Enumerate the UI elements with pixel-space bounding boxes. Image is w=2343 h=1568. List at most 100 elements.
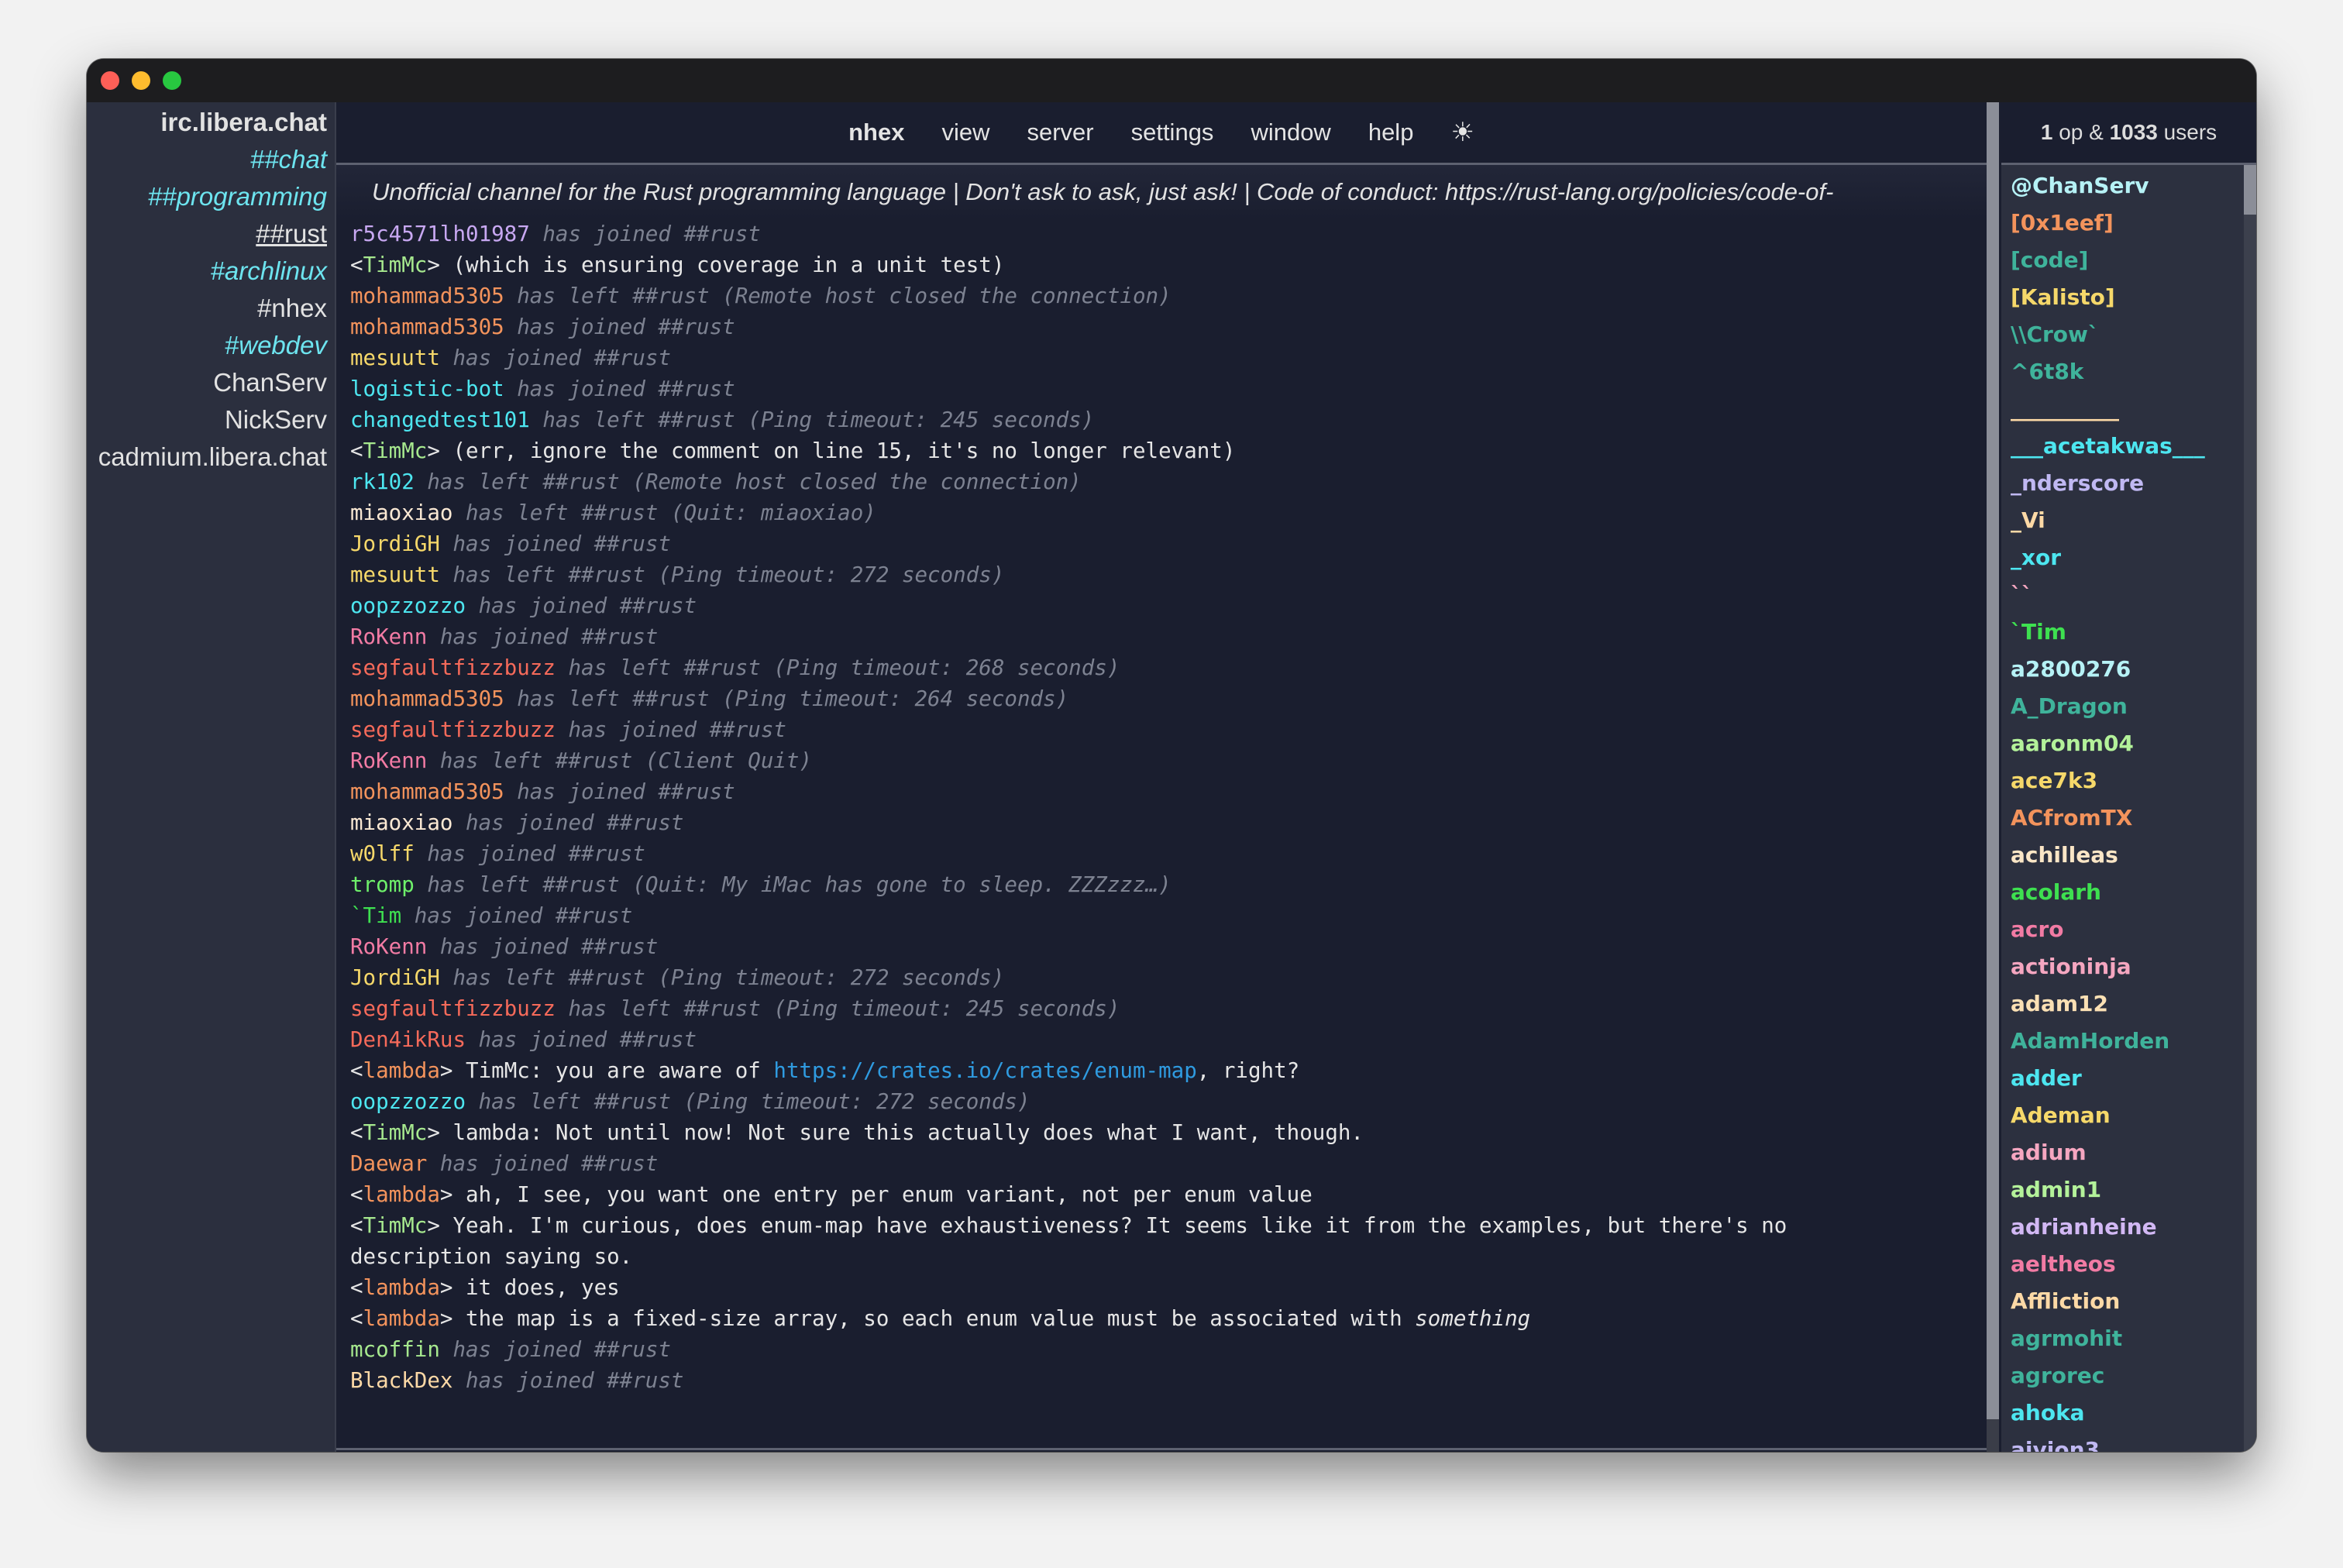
nick[interactable]: lambda — [363, 1275, 440, 1300]
nick-list-scrollbar[interactable] — [2244, 165, 2256, 1452]
nick-list-item[interactable]: acro — [2011, 911, 2243, 948]
sidebar-item-cadmium-server[interactable]: cadmium.libera.chat — [98, 438, 327, 476]
nick-list-item[interactable]: _xor — [2011, 539, 2243, 576]
sun-icon[interactable]: ☀ — [1450, 117, 1474, 148]
nick-list-item[interactable]: aeltheos — [2011, 1246, 2243, 1283]
event-text: has joined ##rust — [542, 222, 761, 246]
nick-list-item[interactable]: _Vi — [2011, 502, 2243, 539]
sidebar-item-webdev[interactable]: #webdev — [225, 327, 327, 364]
nick[interactable]: lambda — [363, 1182, 440, 1207]
menu-server[interactable]: server — [1027, 119, 1093, 146]
nick-list-item[interactable]: adam12 — [2011, 985, 2243, 1023]
nick[interactable]: RoKenn — [350, 624, 427, 649]
chat-message: <lambda> the map is a fixed-size array, … — [350, 1306, 1531, 1331]
nick[interactable]: JordiGH — [350, 965, 440, 990]
nick[interactable]: JordiGH — [350, 531, 440, 556]
nick[interactable]: TimMc — [363, 438, 428, 463]
nick[interactable]: miaoxiao — [350, 500, 452, 525]
nick-list-item[interactable]: ___acetakwas___ — [2011, 428, 2243, 465]
nick-list-scrollbar-thumb[interactable] — [2244, 165, 2256, 215]
nick[interactable]: mesuutt — [350, 346, 440, 370]
nick-list-item[interactable]: [code] — [2011, 242, 2243, 279]
nick[interactable]: Den4ikRus — [350, 1027, 466, 1052]
nick[interactable]: mohammad5305 — [350, 686, 504, 711]
nick[interactable]: lambda — [363, 1306, 440, 1331]
menu-window[interactable]: window — [1251, 119, 1330, 146]
nick-list-item[interactable]: @ChanServ — [2011, 167, 2243, 205]
nick[interactable]: `Tim — [350, 903, 401, 928]
sidebar-item-programming[interactable]: ##programming — [148, 178, 327, 215]
minimize-button[interactable] — [132, 71, 150, 90]
nick-list-item[interactable]: `` — [2011, 576, 2243, 614]
nick-list-item[interactable]: adium — [2011, 1134, 2243, 1171]
nick[interactable]: BlackDex — [350, 1368, 452, 1393]
nick[interactable]: oopzzozzo — [350, 1089, 466, 1114]
nick-list-item[interactable]: Ademan — [2011, 1097, 2243, 1134]
zoom-button[interactable] — [163, 71, 181, 90]
nick-list-item[interactable]: achilleas — [2011, 837, 2243, 874]
nick-list-item[interactable]: adrianheine — [2011, 1209, 2243, 1246]
message-scrollbar-thumb[interactable] — [1987, 102, 1999, 1419]
nick-list-item[interactable]: a2800276 — [2011, 651, 2243, 688]
nick[interactable]: logistic-bot — [350, 377, 504, 401]
nick-list-item[interactable]: A_Dragon — [2011, 688, 2243, 725]
nick-list-item[interactable]: __________ — [2011, 390, 2243, 428]
message-scrollbar[interactable] — [1987, 102, 1999, 1452]
sidebar-item-chanserv[interactable]: ChanServ — [213, 364, 327, 401]
sidebar-item-server[interactable]: irc.libera.chat — [160, 104, 327, 141]
nick-list-item[interactable]: admin1 — [2011, 1171, 2243, 1209]
nick[interactable]: rk102 — [350, 469, 415, 494]
nick-list-item[interactable]: [0x1eef] — [2011, 205, 2243, 242]
nick[interactable]: r5c4571lh01987 — [350, 222, 530, 246]
sidebar-item-rust[interactable]: ##rust — [256, 215, 327, 253]
nick[interactable]: lambda — [363, 1058, 440, 1083]
nick-list-item[interactable]: _nderscore — [2011, 465, 2243, 502]
nick[interactable]: changedtest101 — [350, 407, 530, 432]
nick-list-item[interactable]: ACfromTX — [2011, 799, 2243, 837]
nick[interactable]: RoKenn — [350, 934, 427, 959]
nick[interactable]: mesuutt — [350, 562, 440, 587]
nick[interactable]: TimMc — [363, 1213, 428, 1238]
nick[interactable]: segfaultfizzbuzz — [350, 717, 556, 742]
nick[interactable]: mohammad5305 — [350, 284, 504, 308]
nick[interactable]: mohammad5305 — [350, 315, 504, 339]
menu-nhex[interactable]: nhex — [848, 119, 904, 146]
nick[interactable]: segfaultfizzbuzz — [350, 655, 556, 680]
nick-list-item[interactable]: agrorec — [2011, 1357, 2243, 1394]
nick[interactable]: miaoxiao — [350, 810, 452, 835]
nick[interactable]: mcoffin — [350, 1337, 440, 1362]
nick-list-item[interactable]: ^6t8k — [2011, 353, 2243, 390]
nick-list-item[interactable]: aivion3 — [2011, 1432, 2243, 1452]
nick[interactable]: oopzzozzo — [350, 593, 466, 618]
nick[interactable]: tromp — [350, 872, 415, 897]
nick[interactable]: mohammad5305 — [350, 779, 504, 804]
nick-list-item[interactable]: [Kalisto] — [2011, 279, 2243, 316]
close-button[interactable] — [101, 71, 119, 90]
nick[interactable]: TimMc — [363, 253, 428, 277]
nick-list-item[interactable]: actioninja — [2011, 948, 2243, 985]
sidebar-item-nickserv[interactable]: NickServ — [225, 401, 327, 438]
menu-view[interactable]: view — [941, 119, 989, 146]
nick-list-item[interactable]: AdamHorden — [2011, 1023, 2243, 1060]
nick-list-item[interactable]: aaronm04 — [2011, 725, 2243, 762]
nick-list-item[interactable]: `Tim — [2011, 614, 2243, 651]
nick[interactable]: TimMc — [363, 1120, 428, 1145]
nick[interactable]: segfaultfizzbuzz — [350, 996, 556, 1021]
sidebar-item-nhex[interactable]: #nhex — [257, 290, 327, 327]
nick-list-item[interactable]: \\Crow` — [2011, 316, 2243, 353]
nick-list-item[interactable]: ahoka — [2011, 1394, 2243, 1432]
sidebar-item-archlinux[interactable]: #archlinux — [211, 253, 327, 290]
nick-list-item[interactable]: agrmohit — [2011, 1320, 2243, 1357]
nick[interactable]: w0lff — [350, 841, 415, 866]
nick[interactable]: RoKenn — [350, 748, 427, 773]
nick-list-item[interactable]: adder — [2011, 1060, 2243, 1097]
menu-settings[interactable]: settings — [1131, 119, 1214, 146]
nick-list-item[interactable]: Affliction — [2011, 1283, 2243, 1320]
message-link[interactable]: https://crates.io/crates/enum-map — [773, 1058, 1196, 1083]
nick-list-item[interactable]: ace7k3 — [2011, 762, 2243, 799]
nick-list-item[interactable]: acolarh — [2011, 874, 2243, 911]
menu-help[interactable]: help — [1368, 119, 1414, 146]
event-line: tromp has left ##rust (Quit: My iMac has… — [350, 869, 1923, 900]
nick[interactable]: Daewar — [350, 1151, 427, 1176]
sidebar-item-chat[interactable]: ##chat — [250, 141, 327, 178]
